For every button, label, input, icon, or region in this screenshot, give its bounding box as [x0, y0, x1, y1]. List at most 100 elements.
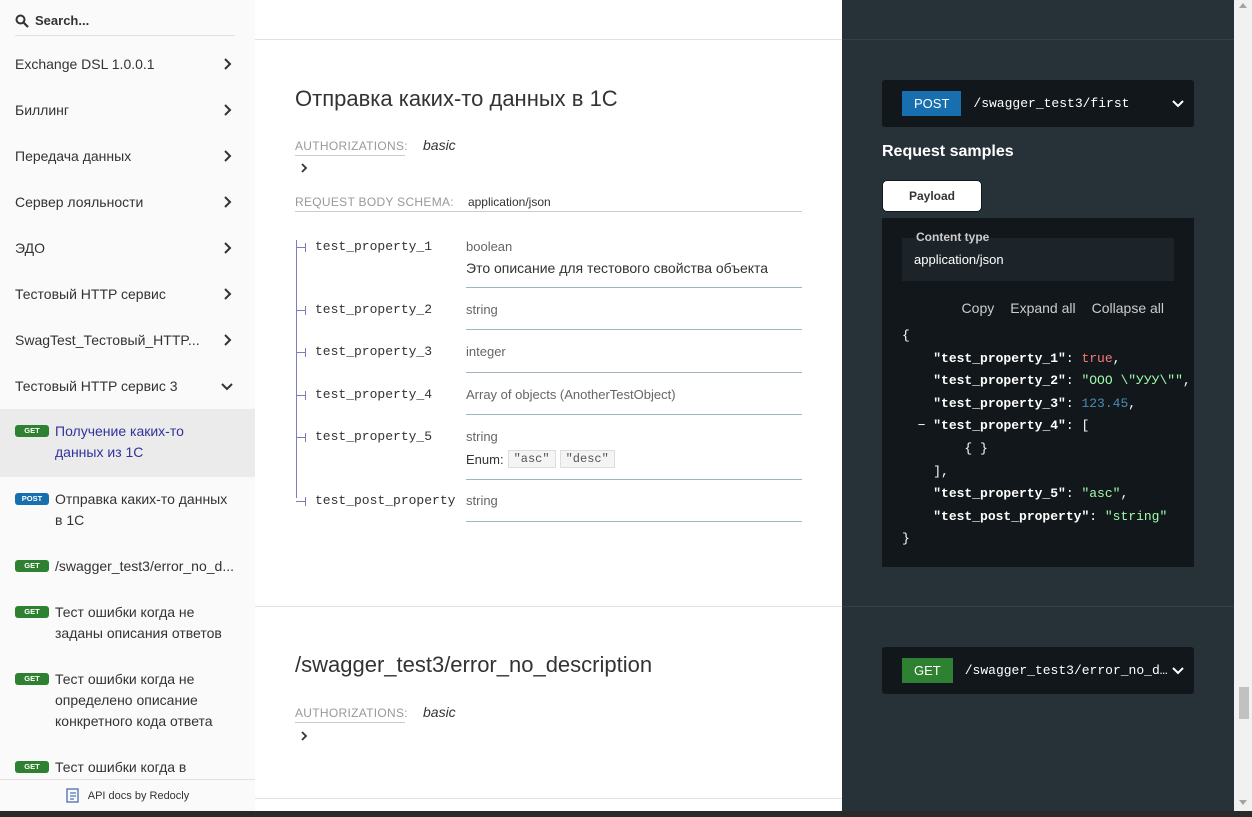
- request-body-schema-row: REQUEST BODY SCHEMA: application/json: [295, 192, 802, 212]
- json-sample: { "test_property_1": true, "test_propert…: [902, 325, 1191, 551]
- property-type: boolean: [466, 239, 513, 254]
- schema-content-type: application/json: [467, 194, 551, 209]
- sidebar-group-data-transfer[interactable]: Передача данных: [0, 133, 255, 179]
- authorizations-value: basic: [423, 704, 456, 720]
- property-detail: string Enum: "asc" "desc": [466, 429, 802, 480]
- code-line: ],: [933, 463, 949, 479]
- property-name: test_post_property: [295, 493, 455, 508]
- code-line: "test_post_property": "string": [933, 508, 1168, 524]
- operation-title: /swagger_test3/error_no_description: [295, 652, 653, 677]
- section-divider: [255, 798, 842, 799]
- section-divider: [255, 39, 842, 40]
- code-line: { }: [964, 440, 988, 456]
- chevron-down-icon: [1172, 100, 1184, 108]
- property-detail: boolean Это описание для тестового свойс…: [466, 239, 802, 288]
- property-type: string: [466, 302, 498, 317]
- search-input[interactable]: [35, 13, 225, 28]
- sidebar-group-loyalty-server[interactable]: Сервер лояльности: [0, 179, 255, 225]
- scroll-down-arrow-icon[interactable]: [1239, 800, 1247, 805]
- property-name: test_property_2: [295, 302, 432, 317]
- section-divider: [842, 606, 1234, 607]
- collapse-all-button[interactable]: Collapse all: [1092, 300, 1164, 316]
- taskbar-strip: [0, 811, 1252, 817]
- endpoint-dropdown[interactable]: GET /swagger_test3/error_no_d...: [882, 647, 1194, 694]
- property-type: string: [466, 429, 498, 444]
- sidebar-group-swagtest[interactable]: SwagTest_Тестовый_HTTP...: [0, 317, 255, 363]
- property-name: test_property_4: [295, 387, 432, 402]
- code-line: {: [902, 328, 910, 343]
- schema-label: REQUEST BODY SCHEMA:: [295, 194, 454, 209]
- property-type: string: [466, 493, 498, 508]
- chevron-down-icon: [1172, 667, 1184, 675]
- scroll-thumb[interactable]: [1239, 687, 1249, 719]
- endpoint-path: /swagger_test3/error_no_d...: [964, 663, 1170, 678]
- sidebar-op-label: Получение каких-то данных из 1С: [55, 423, 184, 460]
- chevron-down-icon: [221, 383, 233, 391]
- sidebar-group-label: ЭДО: [15, 240, 45, 256]
- authorizations-value: basic: [423, 137, 456, 153]
- sidebar-op-error-other[interactable]: GET Тест ошибки когда в: [0, 745, 255, 778]
- scroll-up-arrow-icon[interactable]: [1239, 3, 1247, 8]
- property-detail: Array of objects (AnotherTestObject): [466, 387, 802, 415]
- content-type-selector[interactable]: Content type application/json: [902, 230, 1174, 281]
- authorizations-label: AUTHORIZATIONS:: [295, 706, 408, 723]
- enum-value: "desc": [559, 450, 615, 468]
- chevron-right-icon: [224, 58, 232, 70]
- sidebar-op-error-no-code-description[interactable]: GET Тест ошибки когда не определено опис…: [0, 657, 255, 745]
- sidebar-op-error-no-description[interactable]: GET /swagger_test3/error_no_d...: [0, 544, 255, 590]
- chevron-right-icon: [224, 288, 232, 300]
- code-sample-box: Content type application/json Copy Expan…: [882, 218, 1194, 567]
- page-scrollbar[interactable]: [1234, 0, 1252, 811]
- method-badge: GET: [15, 761, 49, 773]
- sidebar-group-label: Биллинг: [15, 102, 70, 118]
- sidebar-group-test-http-3[interactable]: Тестовый HTTP сервис 3: [0, 363, 255, 409]
- operation-title: Отправка каких-то данных в 1С: [295, 86, 618, 111]
- method-badge: GET: [15, 606, 49, 618]
- chevron-right-icon: [224, 150, 232, 162]
- chevron-right-icon: [224, 196, 232, 208]
- chevron-right-icon[interactable]: [299, 731, 309, 741]
- redocly-logo-icon: [66, 787, 79, 803]
- sidebar-op-get-data[interactable]: GET Получение каких-то данных из 1С: [0, 409, 255, 477]
- sidebar-op-error-no-responses[interactable]: GET Тест ошибки когда не заданы описания…: [0, 590, 255, 657]
- http-method-badge: POST: [902, 91, 962, 116]
- sidebar-group-edo[interactable]: ЭДО: [0, 225, 255, 271]
- property-enum: Enum: "asc" "desc": [466, 450, 802, 468]
- sidebar-group-label: Сервер лояльности: [15, 194, 144, 210]
- http-method-badge: GET: [902, 658, 953, 683]
- sidebar-op-label: /swagger_test3/error_no_d...: [55, 558, 234, 574]
- method-badge: GET: [15, 425, 49, 437]
- property-type: integer: [466, 344, 506, 359]
- method-badge: POST: [15, 493, 49, 505]
- sidebar-group-label: SwagTest_Тестовый_HTTP...: [15, 332, 200, 348]
- content-type-value: application/json: [914, 252, 1004, 267]
- sidebar-group-exchange-dsl[interactable]: Exchange DSL 1.0.0.1: [0, 41, 255, 87]
- copy-button[interactable]: Copy: [962, 300, 995, 316]
- chevron-right-icon: [224, 334, 232, 346]
- expand-all-button[interactable]: Expand all: [1010, 300, 1075, 316]
- property-detail: string: [466, 493, 802, 522]
- authorizations-label: AUTHORIZATIONS:: [295, 139, 408, 156]
- sidebar-menu: Exchange DSL 1.0.0.1 Биллинг Передача да…: [0, 41, 255, 778]
- sidebar-group-billing[interactable]: Биллинг: [0, 87, 255, 133]
- property-description: Это описание для тестового свойства объе…: [466, 260, 769, 276]
- property-detail: integer: [466, 344, 802, 373]
- payload-tab[interactable]: Payload: [882, 180, 982, 212]
- search-icon: [15, 14, 29, 28]
- sidebar-op-post-data[interactable]: POST Отправка каких-то данных в 1С: [0, 477, 255, 544]
- enum-label: Enum:: [466, 451, 504, 467]
- content-type-label: Content type: [916, 230, 990, 244]
- method-badge: GET: [15, 673, 49, 685]
- sidebar-group-test-http[interactable]: Тестовый HTTP сервис: [0, 271, 255, 317]
- sidebar-group-label: Тестовый HTTP сервис: [15, 286, 166, 302]
- redocly-footer[interactable]: API docs by Redocly: [0, 779, 255, 811]
- footer-text: API docs by Redocly: [87, 789, 190, 802]
- sidebar-op-label: Тест ошибки когда не заданы описания отв…: [55, 604, 222, 641]
- code-actions: Copy Expand all Collapse all: [962, 300, 1164, 316]
- property-name: test_property_1: [295, 239, 432, 254]
- chevron-right-icon[interactable]: [299, 163, 309, 173]
- collapse-toggle[interactable]: −: [918, 418, 926, 433]
- method-badge: GET: [15, 560, 49, 572]
- endpoint-dropdown[interactable]: POST /swagger_test3/first: [882, 80, 1194, 127]
- sidebar-group-label: Передача данных: [15, 148, 132, 164]
